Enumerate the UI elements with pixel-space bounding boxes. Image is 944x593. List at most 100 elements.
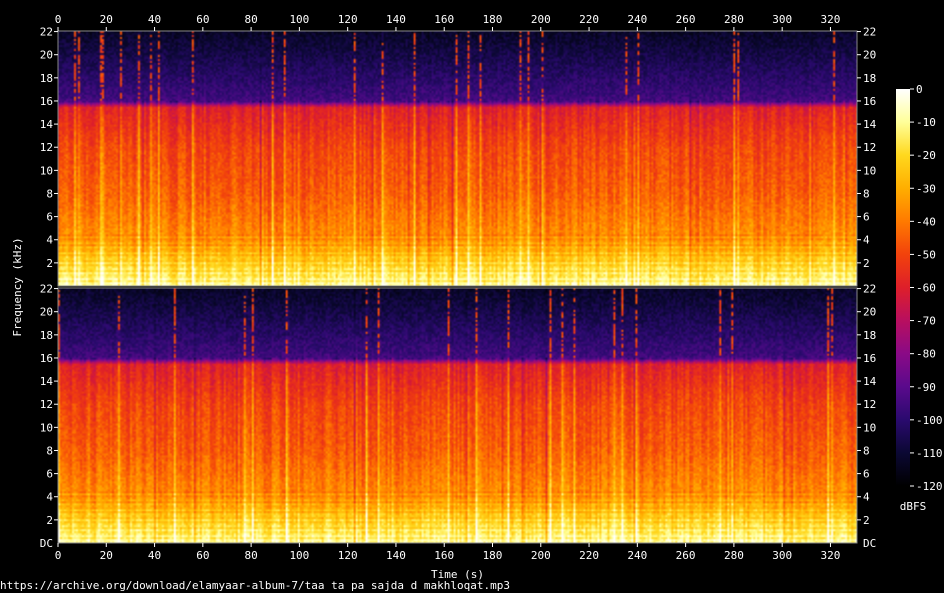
x-tick-label: 40 bbox=[148, 549, 161, 562]
y-tick-label: 20 bbox=[863, 306, 876, 319]
y-tick-label: 2 bbox=[863, 514, 870, 527]
y-tick-label: 2 bbox=[863, 257, 870, 270]
colorbar-tick-label: -110 bbox=[916, 447, 943, 460]
y-tick-label: 12 bbox=[863, 398, 876, 411]
y-tick-label: 18 bbox=[863, 72, 876, 85]
source-url: https://archive.org/download/elamyaar-al… bbox=[0, 579, 510, 592]
x-tick-label: 240 bbox=[627, 549, 647, 562]
colorbar bbox=[896, 89, 910, 486]
x-tick-label: 160 bbox=[434, 549, 454, 562]
y-tick-label: 2 bbox=[46, 514, 53, 527]
y-tick-label: 22 bbox=[40, 283, 53, 296]
y-tick-label: 22 bbox=[40, 26, 53, 39]
colorbar-tick-label: 0 bbox=[916, 83, 923, 96]
y-tick-label: 20 bbox=[40, 49, 53, 62]
y-tick-label: 8 bbox=[863, 187, 870, 200]
y-tick-label: 12 bbox=[863, 141, 876, 154]
y-tick-label: 8 bbox=[46, 187, 53, 200]
x-tick-label: 320 bbox=[821, 13, 841, 26]
y-tick-label: 18 bbox=[863, 329, 876, 342]
x-tick-label: 0 bbox=[55, 549, 62, 562]
dc-label: DC bbox=[863, 537, 876, 550]
x-tick-label: 140 bbox=[386, 13, 406, 26]
y-tick-label: 18 bbox=[40, 329, 53, 342]
x-tick-label: 80 bbox=[244, 549, 257, 562]
y-tick-label: 22 bbox=[863, 283, 876, 296]
y-tick-label: 6 bbox=[46, 211, 53, 224]
y-tick-label: 12 bbox=[40, 398, 53, 411]
x-tick-label: 300 bbox=[772, 13, 792, 26]
x-tick-label: 280 bbox=[724, 549, 744, 562]
y-axis-label: Frequency (kHz) bbox=[11, 237, 24, 336]
y-tick-label: 6 bbox=[46, 468, 53, 481]
x-tick-label: 200 bbox=[531, 13, 551, 26]
x-tick-label: 320 bbox=[821, 549, 841, 562]
y-tick-label: 10 bbox=[863, 421, 876, 434]
y-tick-label: 6 bbox=[863, 468, 870, 481]
colorbar-tick-label: -30 bbox=[916, 182, 936, 195]
x-tick-label: 260 bbox=[676, 13, 696, 26]
y-tick-label: 4 bbox=[46, 491, 53, 504]
colorbar-tick-label: -100 bbox=[916, 414, 943, 427]
y-tick-label: 10 bbox=[40, 164, 53, 177]
y-tick-label: 16 bbox=[40, 352, 53, 365]
x-tick-label: 100 bbox=[289, 13, 309, 26]
colorbar-tick-label: -50 bbox=[916, 248, 936, 261]
x-tick-label: 200 bbox=[531, 549, 551, 562]
y-tick-label: 12 bbox=[40, 141, 53, 154]
x-tick-label: 120 bbox=[338, 549, 358, 562]
x-tick-label: 20 bbox=[100, 13, 113, 26]
spectrogram-left-channel bbox=[58, 31, 857, 286]
colorbar-label: dBFS bbox=[900, 500, 927, 513]
colorbar-tick-label: -70 bbox=[916, 315, 936, 328]
x-tick-label: 140 bbox=[386, 549, 406, 562]
colorbar-tick-label: -10 bbox=[916, 116, 936, 129]
y-tick-label: 22 bbox=[863, 26, 876, 39]
dc-label: DC bbox=[40, 537, 53, 550]
x-tick-label: 260 bbox=[676, 549, 696, 562]
x-tick-label: 240 bbox=[627, 13, 647, 26]
x-tick-label: 180 bbox=[483, 13, 503, 26]
colorbar-tick-label: -20 bbox=[916, 149, 936, 162]
y-tick-label: 14 bbox=[863, 375, 877, 388]
x-tick-label: 300 bbox=[772, 549, 792, 562]
colorbar-tick-label: -120 bbox=[916, 480, 943, 493]
y-tick-label: 14 bbox=[40, 375, 54, 388]
spectrogram-chart: 2 24 46 68 810 1012 1214 1416 1618 1820 2022 222 24 4… bbox=[11, 13, 943, 581]
y-tick-label: 8 bbox=[46, 444, 53, 457]
x-tick-label: 0 bbox=[55, 13, 62, 26]
x-tick-label: 180 bbox=[483, 549, 503, 562]
y-tick-label: 16 bbox=[40, 95, 53, 108]
y-tick-label: 20 bbox=[40, 306, 53, 319]
colorbar-tick-label: -60 bbox=[916, 282, 936, 295]
y-tick-label: 10 bbox=[863, 164, 876, 177]
y-tick-label: 16 bbox=[863, 352, 876, 365]
y-tick-label: 8 bbox=[863, 444, 870, 457]
y-tick-label: 14 bbox=[40, 118, 54, 131]
x-tick-label: 100 bbox=[289, 549, 309, 562]
x-tick-label: 60 bbox=[196, 13, 209, 26]
spectrogram-right-channel bbox=[58, 288, 857, 543]
x-tick-label: 120 bbox=[338, 13, 358, 26]
y-tick-label: 16 bbox=[863, 95, 876, 108]
x-tick-label: 280 bbox=[724, 13, 744, 26]
y-tick-label: 4 bbox=[46, 234, 53, 247]
y-tick-label: 10 bbox=[40, 421, 53, 434]
y-tick-label: 4 bbox=[863, 234, 870, 247]
y-tick-label: 4 bbox=[863, 491, 870, 504]
y-tick-label: 14 bbox=[863, 118, 877, 131]
y-tick-label: 2 bbox=[46, 257, 53, 270]
y-tick-label: 20 bbox=[863, 49, 876, 62]
x-tick-label: 220 bbox=[579, 549, 599, 562]
x-tick-label: 60 bbox=[196, 549, 209, 562]
colorbar-tick-label: -90 bbox=[916, 381, 936, 394]
colorbar-tick-label: -80 bbox=[916, 348, 936, 361]
x-tick-label: 220 bbox=[579, 13, 599, 26]
x-tick-label: 40 bbox=[148, 13, 161, 26]
colorbar-tick-label: -40 bbox=[916, 215, 936, 228]
x-tick-label: 80 bbox=[244, 13, 257, 26]
y-tick-label: 18 bbox=[40, 72, 53, 85]
x-tick-label: 20 bbox=[100, 549, 113, 562]
y-tick-label: 6 bbox=[863, 211, 870, 224]
x-tick-label: 160 bbox=[434, 13, 454, 26]
